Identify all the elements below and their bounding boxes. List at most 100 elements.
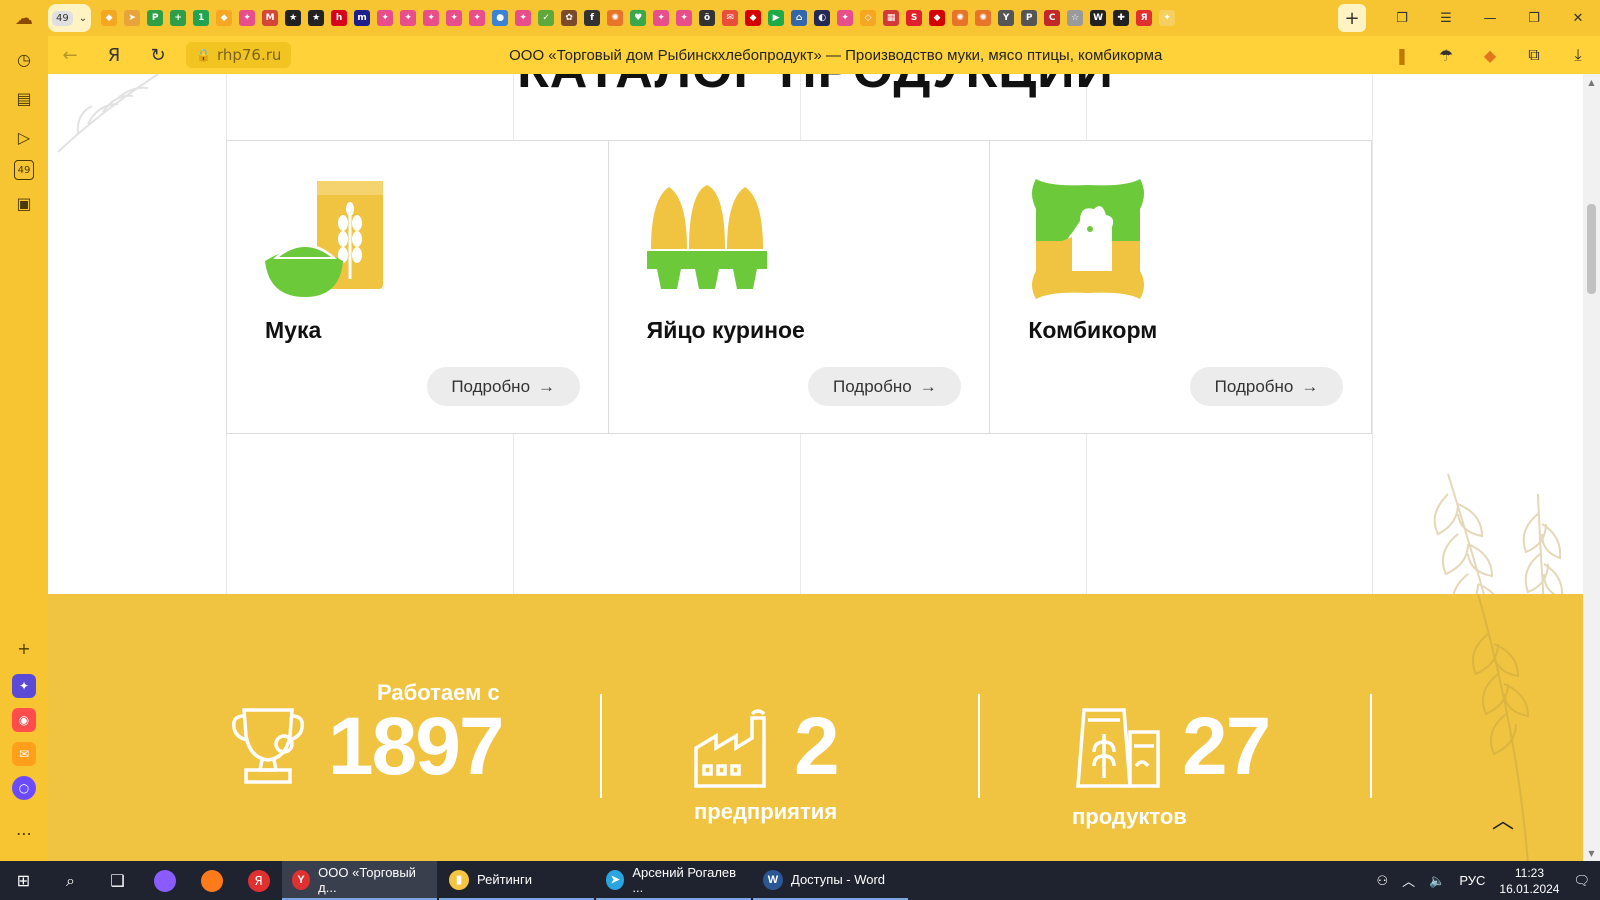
taskbar-app[interactable]: ▮ Рейтинги: [439, 861, 594, 900]
clock[interactable]: 11:23 16.01.2024: [1499, 865, 1559, 897]
chevron-up-icon[interactable]: ︿: [1402, 871, 1415, 890]
tab-icon-25[interactable]: ✦: [653, 10, 670, 26]
volume-icon[interactable]: 🔈: [1429, 873, 1445, 889]
tab-icon-9[interactable]: ★: [285, 10, 302, 26]
tab-icon-12[interactable]: m: [354, 10, 371, 26]
scroll-up-arrow-icon[interactable]: ▲: [1583, 74, 1600, 90]
tab-icon-14[interactable]: ✦: [400, 10, 417, 26]
video-play-icon[interactable]: ▷: [8, 121, 40, 153]
yandex-icon[interactable]: Я: [235, 861, 282, 900]
tab-icon-20[interactable]: ✓: [538, 10, 555, 26]
scroll-down-arrow-icon[interactable]: ▼: [1583, 845, 1600, 861]
page-title-display[interactable]: ООО «Торговый дом Рыбинскхлебопродукт» —…: [291, 47, 1380, 64]
tab-icon-45[interactable]: ✚: [1113, 10, 1130, 26]
tab-icon-46[interactable]: Я: [1136, 10, 1153, 26]
tab-icon-33[interactable]: ✦: [837, 10, 854, 26]
tab-icon-38[interactable]: ✺: [952, 10, 969, 26]
tab-counter-button[interactable]: 49 ⌄: [48, 4, 92, 32]
menu-icon[interactable]: ☰: [1424, 0, 1468, 36]
tab-icon-27[interactable]: ö: [699, 10, 716, 26]
details-button[interactable]: Подробно →: [1190, 367, 1344, 406]
tab-icon-4[interactable]: +: [170, 10, 187, 26]
restore-icon[interactable]: ❐: [1512, 0, 1556, 36]
tab-icon-13[interactable]: ✦: [377, 10, 394, 26]
tab-icon-17[interactable]: ✦: [469, 10, 486, 26]
back-button[interactable]: ←: [48, 36, 92, 74]
tab-icon-24[interactable]: ♥: [630, 10, 647, 26]
tab-icon-42[interactable]: C: [1044, 10, 1061, 26]
tab-icon-5[interactable]: 1: [193, 10, 210, 26]
scroll-to-top-button[interactable]: ︿: [1488, 804, 1518, 834]
tab-icon-40[interactable]: Y: [998, 10, 1015, 26]
alice-assistant-icon[interactable]: ○: [12, 776, 36, 800]
tab-icon-6[interactable]: ◆: [216, 10, 233, 26]
taskbar-app[interactable]: W Доступы - Word: [753, 861, 908, 900]
task-view-icon[interactable]: ❑: [94, 861, 141, 900]
tab-icon-3[interactable]: P: [147, 10, 164, 26]
product-card-feed[interactable]: Комбикорм Подробно →: [990, 141, 1371, 433]
extension-mushroom-icon[interactable]: ☂: [1424, 36, 1468, 74]
minimize-icon[interactable]: —: [1468, 0, 1512, 36]
tab-icon-23[interactable]: ✺: [607, 10, 624, 26]
tab-icon-39[interactable]: ✺: [975, 10, 992, 26]
tab-icon-11[interactable]: h: [331, 10, 348, 26]
product-card-flour[interactable]: Мука Подробно →: [227, 141, 609, 433]
tab-icon-47[interactable]: ✦: [1159, 10, 1176, 26]
add-sidebar-item-icon[interactable]: +: [8, 632, 40, 664]
page-scrollbar[interactable]: ▲ ▼: [1583, 74, 1600, 861]
firefox-icon[interactable]: [188, 861, 235, 900]
metamask-fox-icon[interactable]: ◆: [1468, 36, 1512, 74]
collections-icon[interactable]: ❐: [1380, 0, 1424, 36]
tab-icon-22[interactable]: f: [584, 10, 601, 26]
tab-icon-8[interactable]: M: [262, 10, 279, 26]
language-indicator[interactable]: РУС: [1459, 873, 1485, 888]
tab-icon-31[interactable]: ⌂: [791, 10, 808, 26]
close-icon[interactable]: ✕: [1556, 0, 1600, 36]
tab-icon-35[interactable]: ▦: [883, 10, 900, 26]
more-icon[interactable]: ⋯: [8, 817, 40, 849]
new-tab-button[interactable]: +: [1338, 4, 1366, 32]
scrollbar-thumb[interactable]: [1587, 204, 1596, 294]
tab-icon-28[interactable]: ✉: [722, 10, 739, 26]
taskbar-app[interactable]: Y ООО «Торговый д...: [282, 861, 437, 900]
mail-app-icon[interactable]: ✉: [12, 742, 36, 766]
tab-icon-2[interactable]: ➤: [124, 10, 141, 26]
tab-icon-44[interactable]: W: [1090, 10, 1107, 26]
tab-icon-15[interactable]: ✦: [423, 10, 440, 26]
browser-menu-logo-icon[interactable]: ☁: [0, 0, 48, 36]
tab-icon-32[interactable]: ◐: [814, 10, 831, 26]
bookmark-icon[interactable]: ❚: [1380, 36, 1424, 74]
windows-start-icon[interactable]: ⊞: [0, 861, 47, 900]
tab-icon-41[interactable]: P: [1021, 10, 1038, 26]
tab-icon-36[interactable]: S: [906, 10, 923, 26]
tab-icon-30[interactable]: ▶: [768, 10, 785, 26]
product-card-eggs[interactable]: Яйцо куриное Подробно →: [609, 141, 991, 433]
people-icon[interactable]: ⚇: [1377, 873, 1389, 889]
tab-icon-1[interactable]: ◆: [101, 10, 118, 26]
tab-icon-34[interactable]: ◇: [860, 10, 877, 26]
screenshot-icon[interactable]: ▣: [8, 187, 40, 219]
games-app-icon[interactable]: ✦: [12, 674, 36, 698]
tab-icon-18[interactable]: ●: [492, 10, 509, 26]
tab-icon-37[interactable]: ◆: [929, 10, 946, 26]
reload-icon[interactable]: ↻: [136, 36, 180, 74]
tab-icon-16[interactable]: ✦: [446, 10, 463, 26]
alice-taskbar-icon[interactable]: [141, 861, 188, 900]
taskbar-app[interactable]: ➤ Арсений Рогалев ...: [596, 861, 751, 900]
tab-icon-26[interactable]: ✦: [676, 10, 693, 26]
notifications-icon[interactable]: 🗨: [1573, 873, 1590, 889]
tab-icon-7[interactable]: ✦: [239, 10, 256, 26]
tab-icon-43[interactable]: ☆: [1067, 10, 1084, 26]
download-icon[interactable]: ⤓: [1556, 36, 1600, 74]
extensions-icon[interactable]: ⧉: [1512, 36, 1556, 74]
search-icon[interactable]: ⌕: [47, 861, 94, 900]
tab-icon-29[interactable]: ◆: [745, 10, 762, 26]
url-field[interactable]: 🔒 rhp76.ru: [186, 42, 292, 68]
tab-icon-21[interactable]: ✿: [561, 10, 578, 26]
tab-icon-10[interactable]: ★: [308, 10, 325, 26]
details-button[interactable]: Подробно →: [808, 367, 962, 406]
history-icon[interactable]: ◷: [8, 43, 40, 75]
bookmarks-panel-icon[interactable]: ▤: [8, 82, 40, 114]
details-button[interactable]: Подробно →: [426, 367, 580, 406]
yandex-home-icon[interactable]: Я: [92, 36, 136, 74]
